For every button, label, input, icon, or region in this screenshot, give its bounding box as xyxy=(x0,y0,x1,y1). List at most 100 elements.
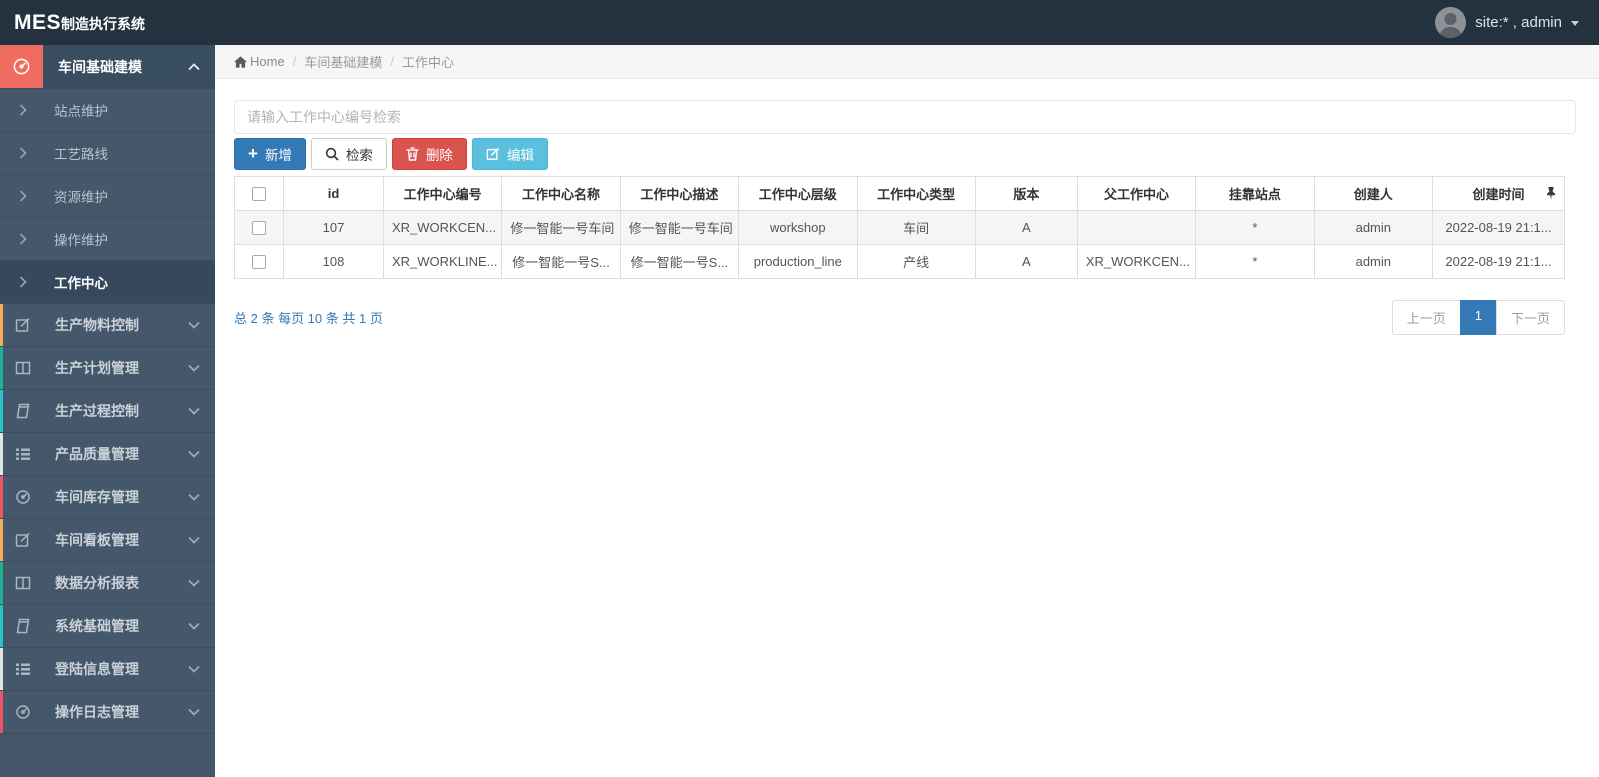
column-header-created-time-label: 创建时间 xyxy=(1472,187,1525,202)
user-menu[interactable]: site:* , admin xyxy=(1435,7,1599,38)
dashboard-icon xyxy=(0,45,43,88)
sidebar-item-product-quality[interactable]: 产品质量管理 xyxy=(0,433,215,476)
columns-icon xyxy=(13,360,33,376)
book-icon xyxy=(13,618,33,634)
cell-creator: admin xyxy=(1313,244,1434,279)
column-header-desc[interactable]: 工作中心描述 xyxy=(619,176,740,211)
add-button[interactable]: + 新增 xyxy=(234,138,306,170)
column-header-created-time[interactable]: 创建时间 xyxy=(1432,176,1565,211)
breadcrumb-home[interactable]: Home xyxy=(234,54,285,69)
sidebar-item-production-plan[interactable]: 生产计划管理 xyxy=(0,347,215,390)
chevron-down-icon xyxy=(188,321,200,329)
column-header-id[interactable]: id xyxy=(283,176,384,211)
cell-created-time: 2022-08-19 21:1... xyxy=(1432,210,1565,245)
cell-desc: 修一智能一号S... xyxy=(619,244,740,279)
sidebar-item-workshop-modeling[interactable]: 车间基础建模 xyxy=(0,45,215,89)
cell-type: 产线 xyxy=(856,244,976,279)
sidebar-item-label: 工艺路线 xyxy=(54,147,108,162)
chevron-right-icon xyxy=(19,276,27,288)
column-header-type[interactable]: 工作中心类型 xyxy=(856,176,976,211)
sidebar-item-process-route[interactable]: 工艺路线 xyxy=(0,132,215,175)
color-stripe xyxy=(0,562,3,604)
edit-button-label: 编辑 xyxy=(506,148,534,163)
pagination-bar: 总 2 条 每页 10 条 共 1 页 上一页 1 下一页 xyxy=(234,300,1565,335)
sidebar-item-operation-maintenance[interactable]: 操作维护 xyxy=(0,218,215,261)
sidebar-item-data-analysis[interactable]: 数据分析报表 xyxy=(0,562,215,605)
column-header-version[interactable]: 版本 xyxy=(974,176,1078,211)
search-input[interactable] xyxy=(234,100,1576,134)
search-button[interactable]: 检索 xyxy=(310,138,387,170)
columns-icon xyxy=(13,575,33,591)
color-stripe xyxy=(0,519,3,561)
row-select-cell xyxy=(234,244,284,279)
sidebar-item-label: 站点维护 xyxy=(54,104,108,119)
toolbar: + 新增 检索 删除 编辑 xyxy=(234,138,1576,170)
sidebar-item-label: 工作中心 xyxy=(54,276,108,291)
pin-icon[interactable] xyxy=(1546,187,1556,200)
column-header-code[interactable]: 工作中心编号 xyxy=(382,176,503,211)
breadcrumb-level1[interactable]: 车间基础建模 xyxy=(304,52,382,71)
sidebar-item-workshop-kanban[interactable]: 车间看板管理 xyxy=(0,519,215,562)
avatar[interactable] xyxy=(1435,7,1467,38)
sidebar-item-system-basic[interactable]: 系统基础管理 xyxy=(0,605,215,648)
delete-button[interactable]: 删除 xyxy=(391,138,467,170)
color-stripe xyxy=(0,648,3,690)
page-number-1[interactable]: 1 xyxy=(1459,300,1497,335)
sidebar-item-workshop-inventory[interactable]: 车间库存管理 xyxy=(0,476,215,519)
row-select-cell xyxy=(234,210,284,245)
column-header-parent[interactable]: 父工作中心 xyxy=(1076,176,1197,211)
color-stripe xyxy=(0,605,3,647)
edit-icon xyxy=(486,147,500,160)
color-stripe xyxy=(0,691,3,733)
cell-type: 车间 xyxy=(856,210,976,245)
column-header-level[interactable]: 工作中心层级 xyxy=(738,176,858,211)
sidebar-item-label: 操作日志管理 xyxy=(55,704,139,720)
breadcrumb-level2: 工作中心 xyxy=(401,55,454,70)
sidebar-item-label: 生产过程控制 xyxy=(55,403,139,419)
sidebar-item-label: 数据分析报表 xyxy=(55,575,139,591)
sidebar-item-operation-log[interactable]: 操作日志管理 xyxy=(0,691,215,734)
sidebar-item-site-maintenance[interactable]: 站点维护 xyxy=(0,89,215,132)
row-checkbox[interactable] xyxy=(252,221,266,236)
table-row[interactable]: 108 XR_WORKLINE... 修一智能一号S... 修一智能一号S...… xyxy=(234,244,1565,279)
column-header-site[interactable]: 挂靠站点 xyxy=(1195,176,1315,211)
prev-page-button[interactable]: 上一页 xyxy=(1391,300,1461,335)
table-row[interactable]: 107 XR_WORKCEN... 修一智能一号车间 修一智能一号车间 work… xyxy=(234,210,1565,245)
column-header-creator[interactable]: 创建人 xyxy=(1313,176,1434,211)
cell-name: 修一智能一号S... xyxy=(501,244,621,279)
next-page-button[interactable]: 下一页 xyxy=(1495,300,1565,335)
sidebar-item-label: 车间基础建模 xyxy=(58,58,142,75)
chevron-down-icon xyxy=(188,407,200,415)
sidebar-item-production-process[interactable]: 生产过程控制 xyxy=(0,390,215,433)
breadcrumb-home-label: Home xyxy=(250,54,285,69)
chevron-down-icon xyxy=(188,665,200,673)
sidebar-item-production-material[interactable]: 生产物料控制 xyxy=(0,304,215,347)
cell-parent xyxy=(1076,210,1197,245)
sidebar-item-label: 车间看板管理 xyxy=(55,532,139,548)
color-stripe xyxy=(0,347,3,389)
sidebar-item-login-info[interactable]: 登陆信息管理 xyxy=(0,648,215,691)
dashboard-icon xyxy=(13,489,33,505)
chevron-down-icon xyxy=(188,450,200,458)
add-button-label: 新增 xyxy=(264,148,292,163)
color-stripe xyxy=(0,433,3,475)
chevron-down-icon xyxy=(188,708,200,716)
main-content: Home / 车间基础建模 / 工作中心 + 新增 检索 删除 编辑 xyxy=(215,45,1599,777)
cell-name: 修一智能一号车间 xyxy=(501,210,621,245)
plus-icon: + xyxy=(248,143,258,163)
sidebar-item-label: 车间库存管理 xyxy=(55,489,139,505)
cell-site: * xyxy=(1195,210,1315,245)
color-stripe xyxy=(0,476,3,518)
chevron-up-icon xyxy=(188,62,200,71)
edit-button[interactable]: 编辑 xyxy=(471,138,548,170)
sidebar-item-resource-maintenance[interactable]: 资源维护 xyxy=(0,175,215,218)
sidebar-item-label: 生产物料控制 xyxy=(55,317,139,333)
select-all-checkbox[interactable] xyxy=(252,187,266,202)
search-icon xyxy=(325,147,339,161)
user-label: site:* , admin xyxy=(1475,14,1562,31)
column-header-name[interactable]: 工作中心名称 xyxy=(501,176,621,211)
chevron-right-icon xyxy=(19,147,27,159)
sidebar-item-work-center[interactable]: 工作中心 xyxy=(0,261,215,304)
row-checkbox[interactable] xyxy=(252,255,266,270)
sidebar-item-label: 系统基础管理 xyxy=(55,618,139,634)
